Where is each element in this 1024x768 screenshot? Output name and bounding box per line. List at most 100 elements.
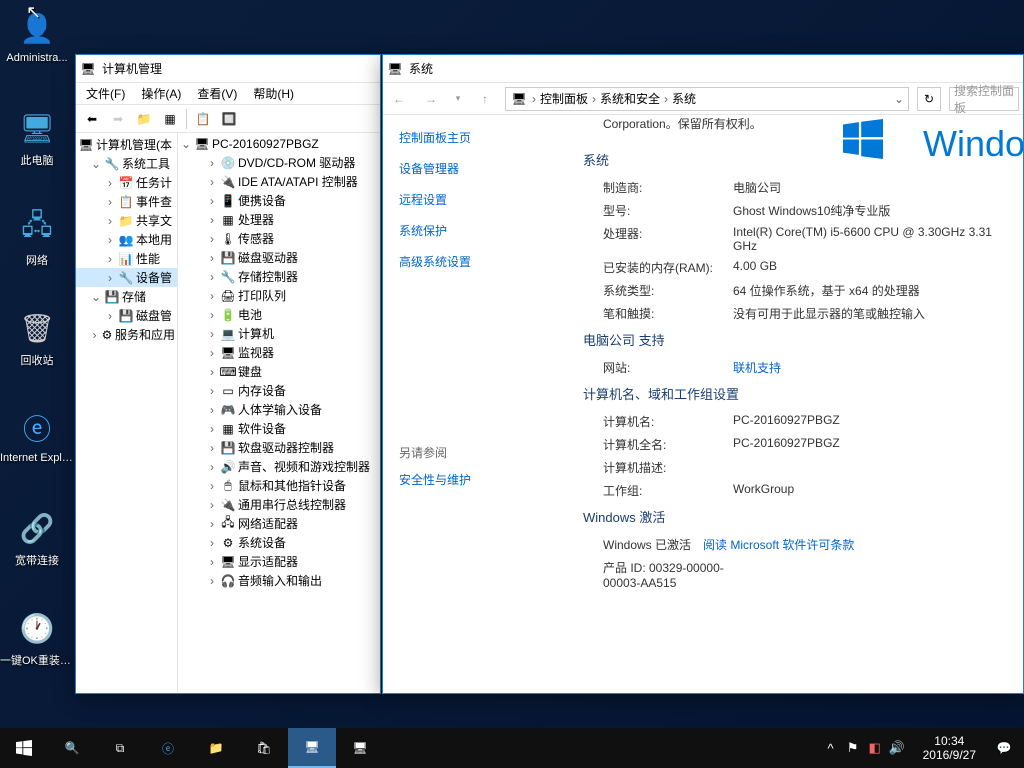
nav-up-button[interactable]: ↑: [473, 87, 497, 111]
device-category[interactable]: ›▦处理器: [178, 210, 380, 229]
nav-child[interactable]: ›🔧设备管: [76, 268, 177, 287]
device-category[interactable]: ›🔌通用串行总线控制器: [178, 495, 380, 514]
volume-icon[interactable]: 🔊: [887, 728, 907, 768]
device-category[interactable]: ›🔌IDE ATA/ATAPI 控制器: [178, 172, 380, 191]
chevron-right-icon: ›: [530, 92, 538, 106]
device-category[interactable]: ›🔧存储控制器: [178, 267, 380, 286]
action-center-flag-icon[interactable]: ⚑: [843, 728, 863, 768]
nav-child[interactable]: ›👥本地用: [76, 230, 177, 249]
notification-button[interactable]: 💬: [984, 728, 1024, 768]
store-button[interactable]: 🛍: [240, 728, 288, 768]
nav-forward-button[interactable]: →: [419, 87, 443, 111]
device-category[interactable]: ›💿DVD/CD-ROM 驱动器: [178, 153, 380, 172]
security-maintenance-link[interactable]: 安全性与维护: [399, 471, 557, 488]
device-category[interactable]: ›🖥显示适配器: [178, 552, 380, 571]
crumb-system[interactable]: 系统: [672, 90, 696, 107]
system-tray: ^ ⚑ ◧ 🔊: [821, 728, 915, 768]
clock-time: 10:34: [923, 734, 976, 748]
info-row: 笔和触摸:没有可用于此显示器的笔或触控输入: [583, 305, 1013, 322]
forward-button[interactable]: ➡: [106, 108, 130, 130]
mmc-nav-tree[interactable]: 🖥计算机管理(本⌄🔧系统工具›📅任务计›📋事件查›📁共享文›👥本地用›📊性能›🔧…: [76, 133, 178, 693]
control-panel-taskbar-button[interactable]: 🖥: [288, 728, 336, 768]
edge-button[interactable]: ⓔ: [144, 728, 192, 768]
control-panel-home-link[interactable]: 控制面板主页: [399, 129, 557, 146]
breadcrumb-dropdown-icon[interactable]: ⌄: [894, 92, 904, 106]
crumb-control-panel[interactable]: 控制面板: [540, 90, 588, 107]
nav-item[interactable]: ⌄💾存储: [76, 287, 177, 306]
device-root[interactable]: ⌄🖥PC-20160927PBGZ: [178, 135, 380, 153]
desktop-icon-1[interactable]: 🖥此电脑: [0, 108, 74, 168]
back-button[interactable]: ⬅: [80, 108, 104, 130]
refresh-button[interactable]: ↻: [917, 87, 941, 111]
device-category[interactable]: ›📱便携设备: [178, 191, 380, 210]
device-category[interactable]: ›⚙系统设备: [178, 533, 380, 552]
search-input[interactable]: 搜索控制面板: [949, 87, 1019, 111]
taskbar: 🔍 ⧉ ⓔ 📁 🛍 🖥 🖥 ^ ⚑ ◧ 🔊 10:34 2016/9/27 💬: [0, 728, 1024, 768]
device-category[interactable]: ›🔊声音、视频和游戏控制器: [178, 457, 380, 476]
nav-item[interactable]: ⌄🔧系统工具: [76, 154, 177, 173]
mmc-menubar: 文件(F)操作(A)查看(V)帮助(H): [76, 83, 380, 105]
device-category[interactable]: ›🎮人体学输入设备: [178, 400, 380, 419]
device-category[interactable]: ›🌡传感器: [178, 229, 380, 248]
chevron-right-icon: ›: [662, 92, 670, 106]
breadcrumb[interactable]: 🖥 › 控制面板 › 系统和安全 › 系统 ⌄: [505, 87, 909, 111]
up-button[interactable]: 📁: [132, 108, 156, 130]
nav-item[interactable]: ›⚙服务和应用: [76, 325, 177, 344]
nav-root[interactable]: 🖥计算机管理(本: [76, 135, 177, 154]
device-category[interactable]: ›🔋电池: [178, 305, 380, 324]
desktop-icon-0[interactable]: 👤Administra...: [0, 8, 74, 64]
desktop-icon-6[interactable]: 🕐一键OK重装助手: [0, 608, 74, 668]
crumb-system-security[interactable]: 系统和安全: [600, 90, 660, 107]
menu-1[interactable]: 操作(A): [133, 83, 189, 104]
refresh-button[interactable]: 🔲: [217, 108, 241, 130]
nav-back-button[interactable]: ←: [387, 87, 411, 111]
info-row: 系统类型:64 位操作系统，基于 x64 的处理器: [583, 282, 1013, 299]
properties-button[interactable]: 📋: [191, 108, 215, 130]
device-category[interactable]: ›🖨打印队列: [178, 286, 380, 305]
device-category[interactable]: ›▭内存设备: [178, 381, 380, 400]
nav-recent-button[interactable]: ▾: [451, 87, 465, 111]
nav-child[interactable]: ›📋事件查: [76, 192, 177, 211]
mmc-titlebar[interactable]: 🖥 计算机管理: [76, 55, 380, 83]
menu-3[interactable]: 帮助(H): [245, 83, 302, 104]
start-button[interactable]: [0, 728, 48, 768]
desktop-icon-4[interactable]: ⓔInternet Explorer: [0, 408, 74, 464]
device-category[interactable]: ›🖱鼠标和其他指针设备: [178, 476, 380, 495]
desktop-icon-3[interactable]: 🗑回收站: [0, 308, 74, 368]
device-category[interactable]: ›🎧音频输入和输出: [178, 571, 380, 590]
menu-0[interactable]: 文件(F): [78, 83, 133, 104]
side-link-2[interactable]: 系统保护: [399, 222, 557, 239]
device-category[interactable]: ›⌨键盘: [178, 362, 380, 381]
task-view-button[interactable]: ⧉: [96, 728, 144, 768]
side-link-1[interactable]: 远程设置: [399, 191, 557, 208]
info-row: 型号:Ghost Windows10纯净专业版: [583, 202, 1013, 219]
taskbar-clock[interactable]: 10:34 2016/9/27: [915, 734, 984, 762]
nav-child[interactable]: ›📊性能: [76, 249, 177, 268]
show-hide-button[interactable]: ▦: [158, 108, 182, 130]
menu-2[interactable]: 查看(V): [189, 83, 245, 104]
device-category[interactable]: ›▦软件设备: [178, 419, 380, 438]
windows-logo: Window: [843, 119, 1023, 179]
desktop-icon-2[interactable]: 🖧网络: [0, 208, 74, 268]
nav-child[interactable]: ›💾磁盘管: [76, 306, 177, 325]
side-link-0[interactable]: 设备管理器: [399, 160, 557, 177]
network-icon[interactable]: ◧: [865, 728, 885, 768]
device-tree[interactable]: ⌄🖥PC-20160927PBGZ›💿DVD/CD-ROM 驱动器›🔌IDE A…: [178, 133, 380, 693]
mmc-taskbar-button[interactable]: 🖥: [336, 728, 384, 768]
tray-overflow-icon[interactable]: ^: [821, 728, 841, 768]
device-category[interactable]: ›💾磁盘驱动器: [178, 248, 380, 267]
info-row: 计算机名:PC-20160927PBGZ: [583, 413, 1013, 430]
search-button[interactable]: 🔍: [48, 728, 96, 768]
device-category[interactable]: ›💻计算机: [178, 324, 380, 343]
file-explorer-button[interactable]: 📁: [192, 728, 240, 768]
device-category[interactable]: ›💾软盘驱动器控制器: [178, 438, 380, 457]
side-link-3[interactable]: 高级系统设置: [399, 253, 557, 270]
desktop-icon-5[interactable]: 🔗宽带连接: [0, 508, 74, 568]
device-category[interactable]: ›🖧网络适配器: [178, 514, 380, 533]
sys-titlebar[interactable]: 🖥 系统: [383, 55, 1023, 83]
device-category[interactable]: ›🖥监视器: [178, 343, 380, 362]
nav-child[interactable]: ›📁共享文: [76, 211, 177, 230]
nav-child[interactable]: ›📅任务计: [76, 173, 177, 192]
info-row: 网站:联机支持: [583, 359, 1013, 376]
chevron-right-icon: ›: [590, 92, 598, 106]
